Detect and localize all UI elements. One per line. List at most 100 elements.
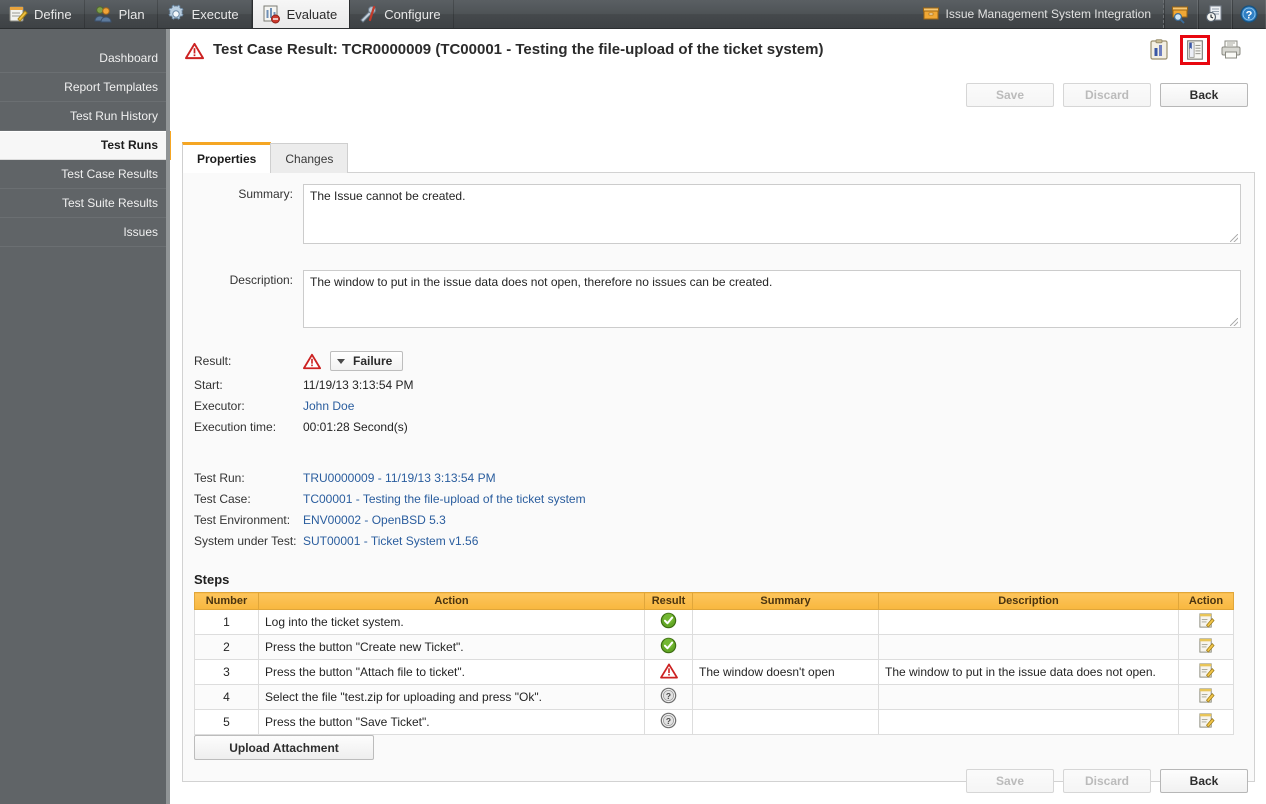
nav-tab-plan[interactable]: Plan	[85, 0, 158, 28]
chevron-down-icon	[337, 358, 345, 364]
sidebar-item-label: Dashboard	[99, 51, 158, 65]
save-button-bottom[interactable]: Save	[966, 769, 1054, 793]
back-button-bottom[interactable]: Back	[1160, 769, 1248, 793]
sidebar-item-dashboard[interactable]: Dashboard	[0, 44, 170, 73]
tools-icon	[358, 4, 378, 24]
tab-changes[interactable]: Changes	[270, 143, 349, 173]
sidebar-item-test-suite-results[interactable]: Test Suite Results	[0, 189, 170, 218]
sidebar-item-report-templates[interactable]: Report Templates	[0, 73, 170, 102]
step-row-action[interactable]	[1178, 709, 1234, 735]
tab-label: Properties	[197, 152, 257, 166]
test-run-row: Test Run: TRU0000009 - 11/19/13 3:13:54 …	[183, 467, 1254, 488]
resize-grip[interactable]	[1230, 318, 1238, 326]
sidebar-item-label: Report Templates	[64, 80, 158, 94]
step-summary	[692, 684, 879, 710]
top-navigation-bar: Define Plan Execute Evaluate Configure I…	[0, 0, 1266, 29]
table-row[interactable]: 3 Press the button "Attach file to ticke…	[194, 659, 1234, 685]
step-result	[644, 609, 693, 635]
tab-properties[interactable]: Properties	[182, 142, 272, 173]
sidebar-item-test-run-history[interactable]: Test Run History	[0, 102, 170, 131]
summary-row: Summary: The Issue cannot be created.	[183, 184, 1254, 244]
nav-tab-define[interactable]: Define	[0, 0, 85, 28]
step-action: Log into the ticket system.	[258, 609, 645, 635]
edit-pencil-icon[interactable]	[1198, 613, 1215, 632]
start-value: 11/19/13 3:13:54 PM	[303, 377, 414, 392]
step-row-action[interactable]	[1178, 609, 1234, 635]
sidebar-item-label: Test Runs	[100, 138, 158, 152]
discard-button-bottom[interactable]: Discard	[1063, 769, 1151, 793]
executor-row: Executor: John Doe	[183, 395, 1254, 416]
edit-pencil-icon[interactable]	[1198, 638, 1215, 657]
history-document-icon[interactable]	[1198, 0, 1232, 29]
warning-triangle-icon	[659, 663, 678, 682]
sidebar-item-test-case-results[interactable]: Test Case Results	[0, 160, 170, 189]
step-row-action[interactable]	[1178, 684, 1234, 710]
step-row-action[interactable]	[1178, 659, 1234, 685]
table-row[interactable]: 2 Press the button "Create new Ticket".	[194, 634, 1234, 660]
system-under-test-row: System under Test: SUT00001 - Ticket Sys…	[183, 530, 1254, 551]
nav-tab-label: Evaluate	[286, 6, 338, 22]
test-environment-label: Test Environment:	[194, 512, 291, 527]
nav-tab-evaluate[interactable]: Evaluate	[251, 0, 351, 28]
system-under-test-link[interactable]: SUT00001 - Ticket System v1.56	[303, 534, 478, 548]
step-description	[878, 684, 1179, 710]
result-dropdown[interactable]: Failure	[330, 351, 404, 371]
main-content: Test Case Result: TCR0000009 (TC00001 - …	[171, 29, 1266, 804]
upload-attachment-button[interactable]: Upload Attachment	[194, 735, 374, 760]
page-title: Test Case Result: TCR0000009 (TC00001 - …	[213, 41, 824, 58]
resize-grip[interactable]	[1230, 234, 1238, 242]
step-description	[878, 634, 1179, 660]
integration-indicator[interactable]: Issue Management System Integration	[913, 0, 1164, 28]
summary-input[interactable]: The Issue cannot be created.	[303, 184, 1241, 244]
table-row[interactable]: 1 Log into the ticket system.	[194, 609, 1234, 635]
edit-pencil-icon[interactable]	[1198, 713, 1215, 732]
result-row: Result: Failure	[183, 348, 1254, 374]
back-button-top[interactable]: Back	[1160, 83, 1248, 107]
result-label: Result:	[194, 354, 232, 368]
top-toolbar: Save Discard Back	[966, 83, 1248, 107]
steps-title: Steps	[194, 572, 230, 587]
sidebar-item-issues[interactable]: Issues	[0, 218, 170, 247]
table-row[interactable]: 4 Select the file "test.zip for uploadin…	[194, 684, 1234, 710]
svg-text:?: ?	[1246, 10, 1253, 22]
success-check-icon	[660, 612, 677, 632]
col-summary: Summary	[692, 592, 879, 610]
executor-link[interactable]: John Doe	[303, 399, 354, 413]
test-run-link[interactable]: TRU0000009 - 11/19/13 3:13:54 PM	[303, 471, 496, 485]
warning-triangle-icon	[303, 353, 321, 370]
table-row[interactable]: 5 Press the button "Save Ticket". ?	[194, 709, 1234, 735]
test-case-link[interactable]: TC00001 - Testing the file-upload of the…	[303, 492, 586, 506]
reports-clipboard-icon[interactable]	[1144, 35, 1174, 65]
document-report-icon[interactable]	[1180, 35, 1210, 65]
sidebar-item-label: Issues	[123, 225, 158, 239]
nav-tab-label: Execute	[191, 6, 239, 22]
col-description: Description	[878, 592, 1179, 610]
print-icon[interactable]	[1216, 35, 1246, 65]
sidebar-item-test-runs[interactable]: Test Runs	[0, 131, 174, 160]
save-button-top[interactable]: Save	[966, 83, 1054, 107]
sidebar: Dashboard Report Templates Test Run Hist…	[0, 29, 174, 804]
users-icon	[93, 4, 113, 24]
discard-button-top[interactable]: Discard	[1063, 83, 1151, 107]
step-result: ?	[644, 709, 693, 735]
nav-tab-execute[interactable]: Execute	[158, 0, 252, 28]
nav-tab-configure[interactable]: Configure	[350, 0, 454, 28]
step-number: 5	[194, 709, 259, 735]
test-case-label: Test Case:	[194, 491, 251, 506]
edit-pencil-icon[interactable]	[1198, 688, 1215, 707]
gear-icon	[166, 4, 186, 24]
step-row-action[interactable]	[1178, 634, 1234, 660]
test-environment-link[interactable]: ENV00002 - OpenBSD 5.3	[303, 513, 446, 527]
topbar-right-group: Issue Management System Integration ?	[913, 0, 1266, 29]
description-input[interactable]: The window to put in the issue data does…	[303, 270, 1241, 328]
warning-triangle-icon	[185, 42, 204, 63]
page-action-icons	[1144, 35, 1246, 65]
help-icon[interactable]: ?	[1232, 0, 1266, 29]
success-check-icon	[660, 637, 677, 657]
search-archive-icon[interactable]	[1164, 0, 1198, 29]
col-result: Result	[644, 592, 693, 610]
executor-label: Executor:	[194, 398, 245, 413]
edit-pencil-icon[interactable]	[1198, 663, 1215, 682]
execution-time-label: Execution time:	[194, 419, 277, 434]
step-summary	[692, 609, 879, 635]
